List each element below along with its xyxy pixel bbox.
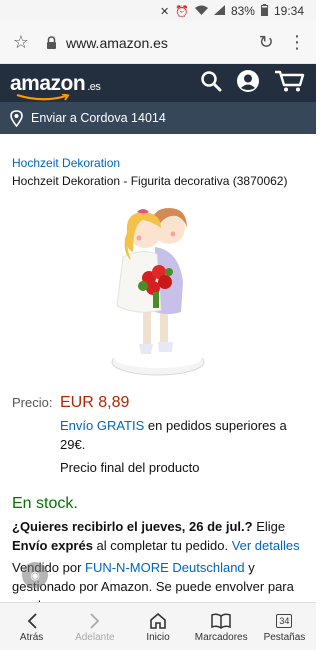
lock-icon[interactable] [42,35,60,50]
wifi-icon [194,5,208,18]
seller-link[interactable]: FUN-N-MORE Deutschland [85,560,245,575]
amazon-smile-icon [16,93,70,101]
nav-bookmarks-label: Marcadores [194,632,248,643]
nav-forward-label: Adelante [75,632,115,643]
deliver-to-text: Enviar a Cordova 14014 [31,111,166,125]
url-text[interactable]: www.amazon.es [66,35,252,51]
product-image[interactable] [12,202,304,380]
battery-percent: 83% [230,4,255,18]
express-shipping-label: Envío exprés [12,538,93,553]
nav-forward[interactable]: Adelante [63,603,126,650]
price-label: Precio: [12,395,53,410]
nav-home-label: Inicio [146,632,170,643]
nav-home[interactable]: Inicio [126,603,189,650]
account-icon[interactable] [236,69,260,98]
status-bar: ✕ ⏰ 83% 19:34 [0,0,316,22]
clock-time: 19:34 [273,4,304,18]
product-title: Hochzeit Dekoration - Figurita decorativ… [12,174,288,188]
reload-icon[interactable]: ↻ [252,32,280,53]
delivery-choose: Elige [252,519,286,534]
alarm-icon: ⏰ [175,5,189,18]
browser-bottom-nav: Atrás Adelante Inicio Marcadores 34 Pest… [0,602,316,650]
view-details-link[interactable]: Ver detalles [232,538,300,553]
floating-assist-icon[interactable]: ◉ [22,562,48,588]
home-icon [149,610,167,632]
amazon-header: amazon .es [0,64,316,102]
forward-arrow-icon [89,610,101,632]
shipping-info: Envío GRATIS en pedidos superiores a 29€… [60,416,304,454]
search-icon[interactable] [200,70,222,97]
bookmark-star-icon[interactable]: ☆ [8,32,34,53]
amazon-logo[interactable]: amazon .es [10,71,101,101]
location-pin-icon [10,109,23,127]
deliver-to-bar[interactable]: Enviar a Cordova 14014 [0,102,316,134]
free-shipping-link[interactable]: Envío GRATIS [60,418,144,433]
nav-back[interactable]: Atrás [0,603,63,650]
nav-tabs-label: Pestañas [263,632,306,643]
final-price-note: Precio final del producto [60,460,200,475]
more-menu-icon[interactable]: ⋮ [286,32,308,53]
stock-status: En stock. [12,495,78,512]
battery-icon [260,3,268,19]
nav-back-label: Atrás [19,632,44,643]
logo-tld: .es [87,80,101,93]
bookmarks-book-icon [211,610,231,632]
nav-tabs[interactable]: 34 Pestañas [253,603,316,650]
nav-bookmarks[interactable]: Marcadores [190,603,253,650]
logo-text: amazon [10,71,86,95]
delivery-info: ¿Quieres recibirlo el jueves, 26 de jul.… [12,517,304,555]
price-value: EUR 8,89 [60,394,130,411]
signal-icon [213,4,225,18]
delivery-question: ¿Quieres recibirlo el jueves, 26 de jul.… [12,519,253,534]
tabs-count: 34 [276,614,293,628]
back-arrow-icon [26,610,38,632]
brand-link[interactable]: Hochzeit Dekoration [12,156,304,170]
cart-icon[interactable] [274,69,306,98]
delivery-rest: al completar tu pedido. [92,538,232,553]
browser-url-bar: ☆ www.amazon.es ↻ ⋮ [0,22,316,64]
mute-icon: ✕ [160,5,170,18]
tabs-counter-icon: 34 [276,610,293,632]
